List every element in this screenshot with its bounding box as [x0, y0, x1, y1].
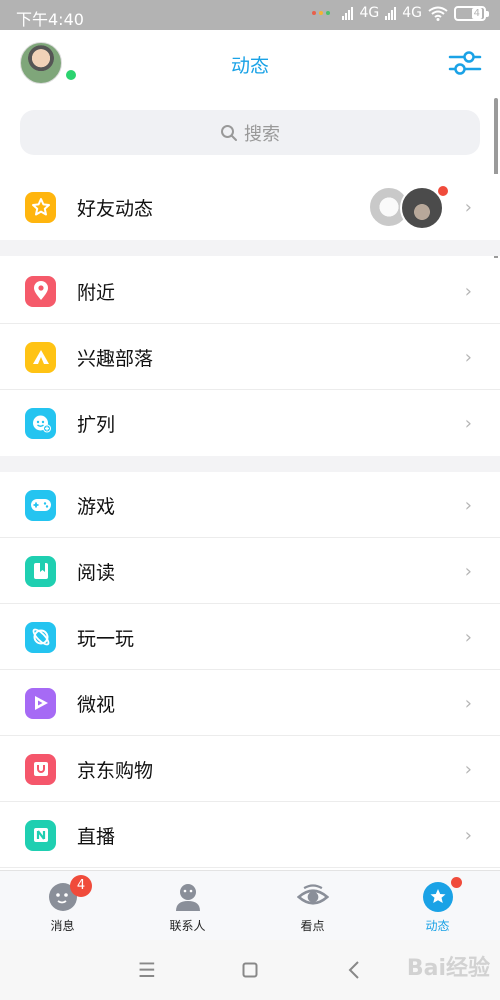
list-item-play[interactable]: 玩一玩 › [0, 604, 500, 670]
gamepad-icon [25, 489, 56, 521]
search-bar[interactable]: 搜索 [20, 110, 480, 155]
page-title: 动态 [230, 55, 269, 77]
chevron-right-icon: › [464, 560, 472, 582]
back-icon[interactable] [348, 960, 360, 980]
location-pin-icon [25, 275, 56, 307]
new-activity-dot [451, 877, 462, 888]
chevron-right-icon: › [464, 346, 472, 368]
signal-icon [385, 6, 397, 20]
star-circle-icon [422, 882, 453, 912]
list-item-reading[interactable]: 阅读 › [0, 538, 500, 604]
search-icon [221, 124, 237, 141]
list-item-games[interactable]: 游戏 › [0, 472, 500, 538]
unread-badge: 4 [70, 875, 92, 897]
signal-icon [342, 6, 354, 20]
list-item-nearby[interactable]: 附近 › [0, 258, 500, 324]
search-placeholder: 搜索 [244, 123, 280, 145]
chevron-right-icon: › [464, 692, 472, 714]
list-item-label: 附近 [77, 281, 116, 304]
list-item-label: 游戏 [77, 495, 116, 518]
battery-level: 4 [471, 7, 482, 19]
list-item-label: 兴趣部落 [77, 347, 154, 370]
list-item-label: 玩一玩 [77, 627, 135, 650]
list-item-tribes[interactable]: 兴趣部落 › [0, 324, 500, 390]
chevron-right-icon: › [464, 196, 472, 218]
home-square-icon[interactable] [242, 962, 258, 978]
status-bar: 下午4:40 4G 4G 4 [0, 0, 500, 30]
top-header: 动态 [0, 30, 500, 96]
filter-sliders-icon[interactable] [448, 48, 482, 78]
shopping-bag-icon [25, 753, 56, 785]
list-item-label: 直播 [77, 825, 116, 848]
tab-messages[interactable]: 消息 4 [0, 871, 125, 940]
section-divider [0, 456, 500, 472]
book-icon [25, 555, 56, 587]
chevron-right-icon: › [464, 758, 472, 780]
tab-kandian[interactable]: 看点 [250, 871, 375, 940]
notification-dots [312, 11, 331, 15]
menu-icon[interactable]: ☰ [138, 958, 156, 982]
tab-label: 动态 [425, 919, 450, 933]
chevron-right-icon: › [464, 412, 472, 434]
list-item-jd-shopping[interactable]: 京东购物 › [0, 736, 500, 802]
chevron-right-icon: › [464, 494, 472, 516]
network-label: 4G [402, 5, 422, 21]
network-label: 4G [359, 5, 380, 21]
list-item-friends-feed[interactable]: 好友动态 › [0, 174, 500, 240]
section-divider [0, 240, 500, 256]
wifi-icon [428, 6, 448, 21]
friend-avatars [368, 186, 448, 230]
planet-icon [25, 621, 56, 653]
status-time: 下午4:40 [16, 10, 84, 29]
tab-label: 消息 [50, 919, 75, 933]
list-item-label: 阅读 [77, 561, 116, 584]
contacts-icon [175, 884, 200, 911]
list-item-label: 好友动态 [77, 197, 154, 220]
notification-dot [319, 11, 324, 15]
tab-label: 联系人 [169, 919, 206, 933]
chevron-right-icon: › [464, 824, 472, 846]
chevron-right-icon: › [464, 626, 472, 648]
smile-add-icon [25, 407, 56, 439]
list-item-label: 扩列 [77, 413, 116, 436]
star-icon [25, 191, 56, 223]
new-activity-dot [438, 186, 448, 196]
tab-dynamic[interactable]: 动态 [375, 871, 500, 940]
notification-dot [326, 11, 331, 15]
list-item-label: 微视 [77, 693, 116, 716]
list-item-label: 京东购物 [77, 759, 154, 782]
row-divider [0, 867, 500, 868]
battery-icon: 4 [454, 5, 489, 21]
tent-icon [25, 341, 56, 373]
watermark: Bai经验 [406, 956, 490, 981]
list-item-weishi[interactable]: 微视 › [0, 670, 500, 736]
tab-contacts[interactable]: 联系人 [125, 871, 250, 940]
chevron-right-icon: › [464, 280, 472, 302]
bottom-tab-bar: 消息 4 联系人 看点 动态 [0, 870, 500, 940]
status-icons: 4G 4G 4 [312, 5, 489, 21]
notification-dot [312, 11, 317, 15]
list-item-expand-friends[interactable]: 扩列 › [0, 390, 500, 456]
eye-icon [296, 884, 329, 905]
live-icon [25, 819, 56, 851]
tab-label: 看点 [300, 919, 325, 933]
list-item-live[interactable]: 直播 › [0, 802, 500, 868]
play-icon [25, 687, 56, 719]
